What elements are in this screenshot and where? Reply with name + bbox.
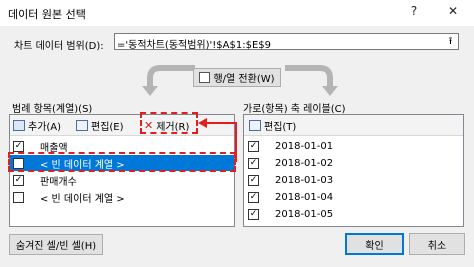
series-checkbox[interactable]: ✓ xyxy=(13,140,24,152)
category-item-label: 2018-01-05 xyxy=(275,208,334,220)
hidden-empty-cells-button[interactable]: 숨겨진 셀/빈 셀(H) xyxy=(9,234,103,255)
collapse-range-icon[interactable]: ⭱ xyxy=(444,35,457,48)
hidden-empty-cells-label: 숨겨진 셀/빈 셀(H) xyxy=(15,241,97,252)
edit-series-label: 편집(E) xyxy=(91,122,124,133)
ok-button[interactable]: 확인 xyxy=(345,233,404,255)
category-item[interactable]: ✓ 2018-01-01 xyxy=(244,138,463,154)
remove-button-highlight xyxy=(140,112,198,134)
add-series-label: 추가(A) xyxy=(28,122,62,133)
series-item-label: < 빈 데이터 계열 > xyxy=(40,193,125,205)
category-listbox[interactable]: 편집(T) ✓ 2018-01-01 ✓ 2018-01-02 ✓ 2018-0… xyxy=(243,114,464,227)
close-button[interactable]: ✕ xyxy=(444,4,462,18)
category-item-label: 2018-01-03 xyxy=(275,174,334,186)
category-item[interactable]: ✓ 2018-01-05 xyxy=(244,206,463,222)
chart-range-field[interactable]: ='동적차트(동적범위)'!$A$1:$E$9 ⭱ xyxy=(114,33,459,51)
category-checkbox[interactable]: ✓ xyxy=(248,191,259,203)
cancel-label: 취소 xyxy=(427,240,447,252)
annotation-arrow xyxy=(198,118,237,162)
help-button[interactable]: ? xyxy=(405,4,423,18)
category-item-label: 2018-01-04 xyxy=(275,191,334,203)
category-checkbox[interactable]: ✓ xyxy=(248,174,259,186)
series-checkbox[interactable] xyxy=(13,191,24,203)
category-item-label: 2018-01-01 xyxy=(275,140,334,152)
edit-category-label: 편집(T) xyxy=(264,122,297,133)
edit-series-button[interactable]: 편집(E) xyxy=(76,118,124,133)
ok-label: 확인 xyxy=(365,240,384,252)
category-checkbox[interactable]: ✓ xyxy=(248,157,259,169)
edit-icon xyxy=(249,120,261,131)
switch-icon xyxy=(199,72,211,83)
series-item[interactable]: < 빈 데이터 계열 > xyxy=(10,189,234,205)
chart-range-label: 차트 데이터 범위(D): xyxy=(14,41,104,52)
category-item[interactable]: ✓ 2018-01-02 xyxy=(244,155,463,171)
series-item[interactable]: ✓ 판매개수 xyxy=(10,172,234,188)
series-item-label: 판매개수 xyxy=(40,176,77,188)
edit-category-button[interactable]: 편집(T) xyxy=(249,118,296,133)
switch-row-column-button[interactable]: 행/열 전환(W) xyxy=(193,68,281,87)
category-item[interactable]: ✓ 2018-01-03 xyxy=(244,172,463,188)
category-item-label: 2018-01-02 xyxy=(275,157,334,169)
edit-icon xyxy=(76,120,88,131)
category-panel-header: 가로(항목) 축 레이블(C) xyxy=(243,104,346,115)
series-panel-header: 범례 항목(계열)(S) xyxy=(12,104,93,115)
cancel-button[interactable]: 취소 xyxy=(409,233,465,255)
dialog-title: 데이터 원본 선택 xyxy=(8,8,86,21)
series-checkbox[interactable]: ✓ xyxy=(13,174,24,186)
category-checkbox[interactable]: ✓ xyxy=(248,208,259,220)
add-series-button[interactable]: 추가(A) xyxy=(13,118,61,133)
switch-button-label: 행/열 전환(W) xyxy=(213,74,275,85)
category-item[interactable]: ✓ 2018-01-04 xyxy=(244,189,463,205)
category-checkbox[interactable]: ✓ xyxy=(248,140,259,152)
chart-range-value: ='동적차트(동적범위)'!$A$1:$E$9 xyxy=(117,40,271,51)
add-icon xyxy=(13,120,25,131)
